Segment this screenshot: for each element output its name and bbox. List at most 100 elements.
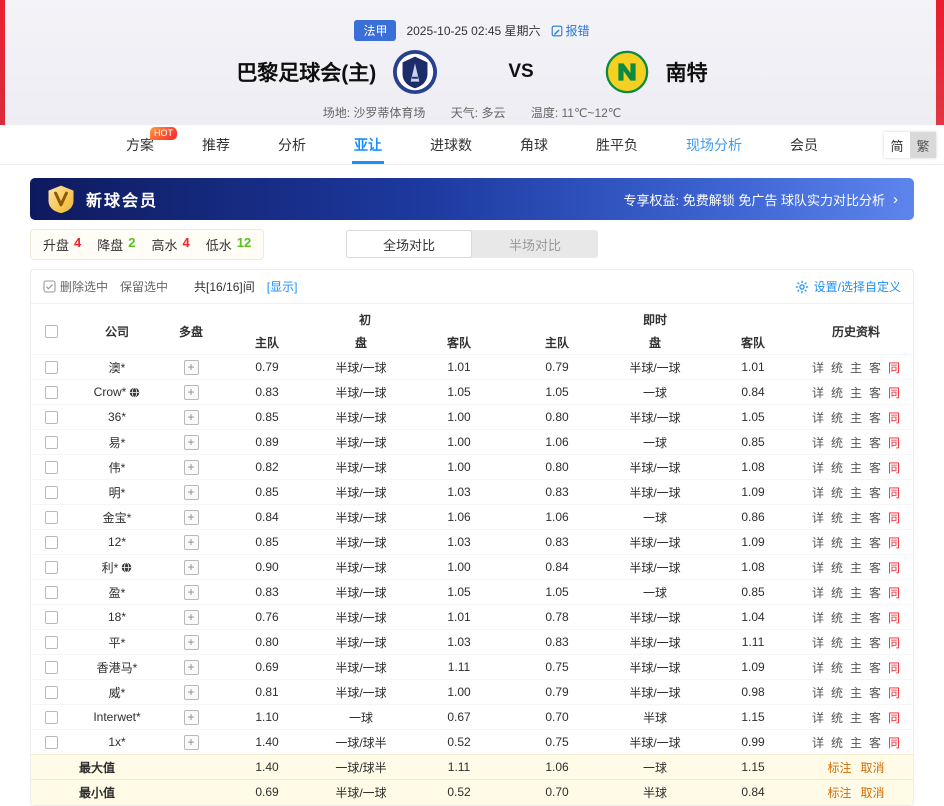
row-checkbox[interactable] [45,561,58,574]
row-checkbox[interactable] [45,536,58,549]
history-link-客[interactable]: 客 [869,659,881,676]
history-link-客[interactable]: 客 [869,684,881,701]
full-match-tab[interactable]: 全场对比 [346,230,472,258]
history-link-客[interactable]: 客 [869,559,881,576]
multi-odds-expand-button[interactable]: + [184,410,199,425]
cancel-button[interactable]: 取消 [861,786,885,800]
history-link-统[interactable]: 统 [831,434,843,451]
history-link-同[interactable]: 同 [888,684,900,701]
row-checkbox[interactable] [45,711,58,724]
history-link-同[interactable]: 同 [888,634,900,651]
bookmaker-name[interactable]: 盈* [109,584,126,601]
history-link-主[interactable]: 主 [850,584,862,601]
multi-odds-expand-button[interactable]: + [184,635,199,650]
history-link-统[interactable]: 统 [831,509,843,526]
history-link-主[interactable]: 主 [850,709,862,726]
row-checkbox[interactable] [45,686,58,699]
multi-odds-expand-button[interactable]: + [184,460,199,475]
history-link-同[interactable]: 同 [888,659,900,676]
nav-item-analysis[interactable]: 分析 [276,125,308,164]
history-link-统[interactable]: 统 [831,659,843,676]
multi-odds-expand-button[interactable]: + [184,435,199,450]
history-link-主[interactable]: 主 [850,659,862,676]
history-link-详[interactable]: 详 [812,459,824,476]
show-link[interactable]: [显示] [267,278,298,295]
history-link-统[interactable]: 统 [831,634,843,651]
bookmaker-name[interactable]: Crow* [94,385,141,399]
history-link-统[interactable]: 统 [831,684,843,701]
history-link-详[interactable]: 详 [812,609,824,626]
multi-odds-expand-button[interactable]: + [184,660,199,675]
history-link-同[interactable]: 同 [888,584,900,601]
history-link-客[interactable]: 客 [869,734,881,751]
history-link-客[interactable]: 客 [869,584,881,601]
half-match-tab[interactable]: 半场对比 [472,230,598,258]
history-link-主[interactable]: 主 [850,684,862,701]
history-link-主[interactable]: 主 [850,509,862,526]
history-link-同[interactable]: 同 [888,709,900,726]
traditional-chinese-button[interactable]: 繁 [910,132,936,158]
vip-banner[interactable]: 新球会员 专享权益: 免费解锁 免广告 球队实力对比分析 › [30,178,914,220]
row-checkbox[interactable] [45,586,58,599]
history-link-主[interactable]: 主 [850,359,862,376]
history-link-统[interactable]: 统 [831,484,843,501]
history-link-详[interactable]: 详 [812,709,824,726]
multi-odds-expand-button[interactable]: + [184,510,199,525]
history-link-同[interactable]: 同 [888,434,900,451]
multi-odds-expand-button[interactable]: + [184,710,199,725]
history-link-主[interactable]: 主 [850,734,862,751]
history-link-主[interactable]: 主 [850,484,862,501]
history-link-详[interactable]: 详 [812,659,824,676]
history-link-同[interactable]: 同 [888,534,900,551]
bookmaker-name[interactable]: 36* [108,410,126,424]
bookmaker-name[interactable]: Interwet* [93,710,140,724]
bookmaker-name[interactable]: 利* [102,559,133,576]
multi-odds-expand-button[interactable]: + [184,735,199,750]
history-link-详[interactable]: 详 [812,734,824,751]
history-link-客[interactable]: 客 [869,434,881,451]
history-link-客[interactable]: 客 [869,609,881,626]
row-checkbox[interactable] [45,511,58,524]
history-link-详[interactable]: 详 [812,634,824,651]
history-link-同[interactable]: 同 [888,484,900,501]
bookmaker-name[interactable]: 澳* [109,359,126,376]
multi-odds-expand-button[interactable]: + [184,560,199,575]
select-all-checkbox[interactable] [45,325,58,338]
row-checkbox[interactable] [45,661,58,674]
bookmaker-name[interactable]: 平* [109,634,126,651]
cancel-button[interactable]: 取消 [861,761,885,775]
nav-item-plan[interactable]: 方案 HOT [124,125,156,164]
row-checkbox[interactable] [45,636,58,649]
history-link-详[interactable]: 详 [812,409,824,426]
history-link-主[interactable]: 主 [850,534,862,551]
bookmaker-name[interactable]: 18* [108,610,126,624]
settings-link[interactable]: 设置/选择自定义 [795,278,901,295]
history-link-同[interactable]: 同 [888,359,900,376]
history-link-详[interactable]: 详 [812,484,824,501]
bookmaker-name[interactable]: 明* [109,484,126,501]
history-link-主[interactable]: 主 [850,434,862,451]
row-checkbox[interactable] [45,436,58,449]
history-link-同[interactable]: 同 [888,734,900,751]
history-link-统[interactable]: 统 [831,584,843,601]
history-link-主[interactable]: 主 [850,634,862,651]
row-checkbox[interactable] [45,486,58,499]
league-badge[interactable]: 法甲 [354,20,396,41]
history-link-详[interactable]: 详 [812,559,824,576]
bookmaker-name[interactable]: 香港马* [97,659,138,676]
history-link-同[interactable]: 同 [888,509,900,526]
mark-button[interactable]: 标注 [828,761,852,775]
history-link-主[interactable]: 主 [850,459,862,476]
history-link-客[interactable]: 客 [869,359,881,376]
bookmaker-name[interactable]: 威* [109,684,126,701]
row-checkbox[interactable] [45,736,58,749]
row-checkbox[interactable] [45,411,58,424]
report-error-link[interactable]: 报错 [551,22,590,39]
history-link-客[interactable]: 客 [869,459,881,476]
history-link-统[interactable]: 统 [831,709,843,726]
history-link-详[interactable]: 详 [812,434,824,451]
multi-odds-expand-button[interactable]: + [184,385,199,400]
multi-odds-expand-button[interactable]: + [184,610,199,625]
history-link-详[interactable]: 详 [812,534,824,551]
nav-item-member[interactable]: 会员 [788,125,820,164]
